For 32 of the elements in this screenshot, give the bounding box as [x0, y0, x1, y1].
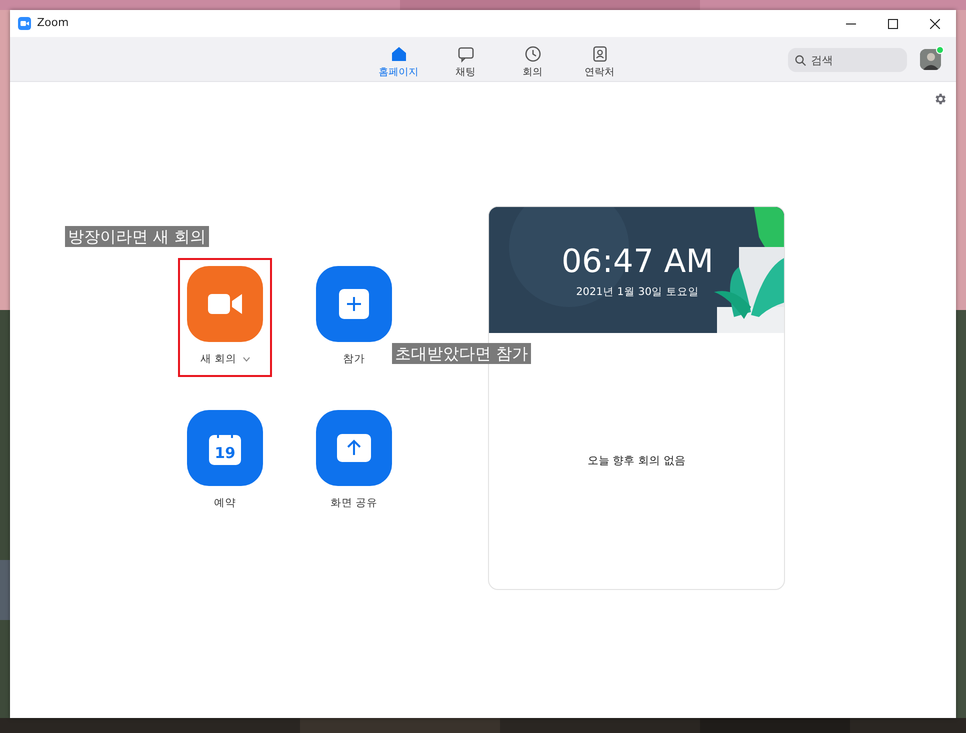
nav-tab[interactable]: 채팅 [432, 41, 499, 84]
clock-icon [524, 45, 542, 63]
maximize-icon [888, 18, 898, 28]
chat-bubble-icon [456, 45, 474, 63]
video-camera-icon [208, 293, 242, 315]
avatar[interactable] [920, 49, 941, 70]
date-text: 2021년 1월 30일 토요일 [576, 285, 699, 300]
annotation-label: 초대받았다면 참가 [392, 343, 532, 364]
tile-label: 참가 [343, 352, 365, 367]
tile-label: 예약 [214, 496, 236, 511]
caret-icon[interactable] [242, 357, 250, 362]
action-tile-button[interactable] [316, 410, 392, 486]
nav-tab[interactable]: 연락처 [566, 41, 633, 84]
annotation-label: 방장이라면 새 회의 [65, 226, 210, 247]
tile-label: 화면 공유 [330, 496, 378, 511]
action-tile-button[interactable] [316, 266, 392, 342]
action-tile-button[interactable]: 19 [187, 410, 263, 486]
action-tile-button[interactable] [187, 266, 263, 342]
home-icon [390, 45, 408, 63]
plus-icon [339, 289, 369, 319]
settings-icon[interactable] [933, 92, 947, 106]
window-title: Zoom [37, 15, 70, 32]
nav-tab[interactable]: 회의 [499, 41, 566, 84]
close-icon [930, 18, 940, 28]
contact-card-icon [590, 45, 608, 63]
app-logo-icon [18, 17, 31, 30]
search-icon [795, 55, 806, 66]
tile-label: 새 회의 [200, 352, 237, 367]
clock-time: 06:47 AM [562, 245, 714, 277]
nav-tab[interactable]: 홈페이지 [365, 41, 432, 84]
no-meetings-text: 오늘 향후 회의 없음 [587, 452, 686, 469]
search-field[interactable]: 검색 [788, 48, 907, 72]
